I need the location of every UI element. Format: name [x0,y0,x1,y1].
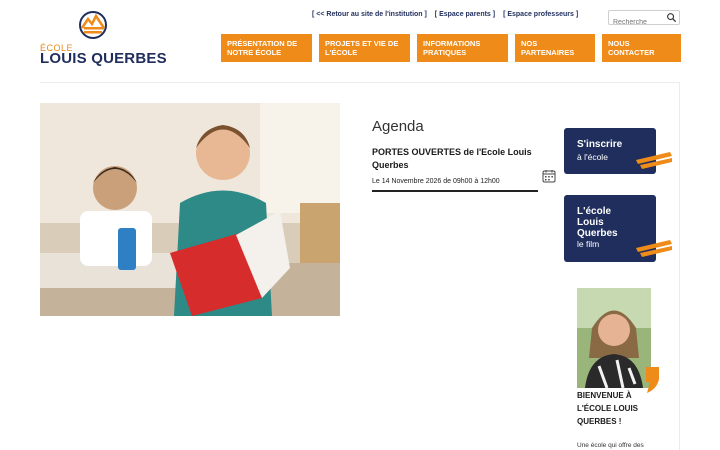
event-title[interactable]: PORTES OUVERTES de l'Ecole Louis Querbes [372,146,542,172]
logo-title: LOUIS QUERBES [40,50,167,67]
search-input[interactable] [609,16,667,29]
site-logo[interactable]: ÉCOLE LOUIS QUERBES [40,10,167,67]
inscrire-button[interactable]: S'inscrire à l'école [564,128,672,174]
agenda-title: Agenda [372,118,424,135]
event-date: Le 14 Novembre 2026 de 09h00 à 12h00 [372,178,500,185]
content-border [679,82,680,450]
nav-presentation[interactable]: PRÉSENTATION DE NOTRE ÉCOLE [221,34,312,62]
nav-partenaires[interactable]: NOS PARTENAIRES [515,34,595,62]
main-nav: PRÉSENTATION DE NOTRE ÉCOLE PROJETS ET V… [221,34,681,62]
hero-photo [40,103,340,316]
header-divider [40,82,680,83]
link-institution[interactable]: [ << Retour au site de l'institution ] [312,11,427,18]
top-links: [ << Retour au site de l'institution ] [… [312,11,584,18]
calendar-icon[interactable] [542,169,556,183]
nav-contact[interactable]: NOUS CONTACTER [602,34,681,62]
search-icon[interactable] [666,12,677,23]
nav-informations[interactable]: INFORMATIONS PRATIQUES [417,34,508,62]
inscrire-title: S'inscrire [577,139,623,150]
logo-emblem-icon [79,11,107,39]
film-button[interactable]: L'école Louis Querbes le film [564,195,672,262]
nav-projets[interactable]: PROJETS ET VIE DE L'ÉCOLE [319,34,410,62]
film-title: L'école Louis Querbes [577,206,618,239]
inscrire-subtitle: à l'école [577,152,608,162]
director-photo [577,288,651,388]
link-professeurs[interactable]: [ Espace professeurs ] [503,11,578,18]
stripes-icon [636,240,672,257]
welcome-title: BIENVENUE À L'ÉCOLE LOUIS QUERBES ! [577,391,639,426]
film-subtitle: le film [577,239,600,249]
stripes-icon [636,152,672,169]
welcome-text: Une école qui offre des [577,442,644,449]
link-parents[interactable]: [ Espace parents ] [435,11,495,18]
event-underline [372,190,538,192]
search-box [608,10,680,29]
